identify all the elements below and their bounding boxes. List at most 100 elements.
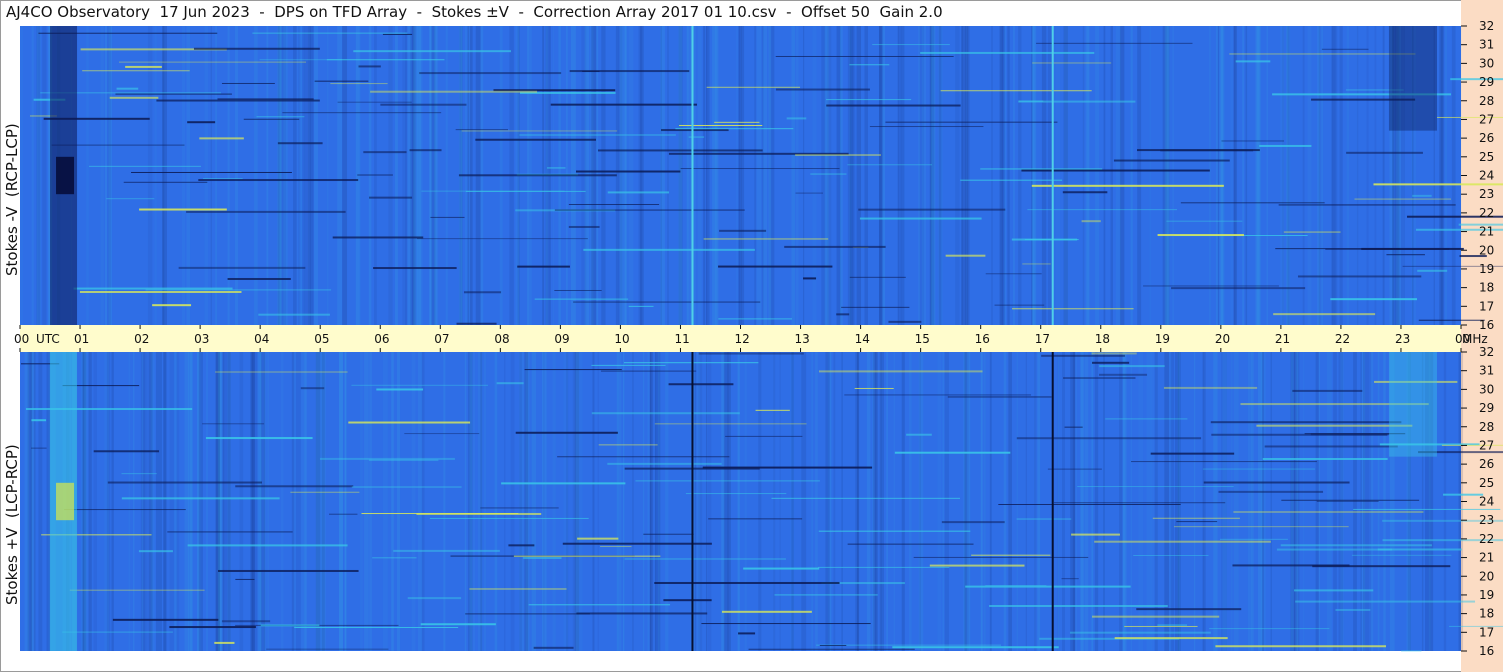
interference-line [748, 648, 915, 650]
y-tick-label: 28 [1479, 420, 1494, 434]
texture-band [315, 352, 321, 651]
x-tick-label: 22 [1335, 332, 1350, 346]
interference-line [849, 64, 890, 66]
texture-band [1221, 352, 1223, 651]
interference-line [266, 648, 389, 650]
texture-band [901, 352, 905, 651]
interference-line [1077, 486, 1234, 488]
texture-band [314, 26, 318, 325]
interference-line [557, 456, 730, 458]
interference-line [818, 566, 950, 568]
texture-band [543, 352, 545, 651]
interference-line [1027, 209, 1177, 211]
interference-line [702, 466, 873, 469]
texture-band [260, 352, 264, 651]
interference-line [688, 136, 705, 138]
interference-line [528, 604, 671, 606]
interference-line [300, 387, 325, 390]
texture-band [758, 352, 762, 651]
interference-line [1160, 149, 1254, 152]
interference-line [330, 83, 388, 85]
texture-band [1231, 352, 1233, 651]
interference-line [1114, 637, 1228, 640]
texture-band [38, 352, 43, 651]
interference-line [841, 306, 910, 308]
interference-line [145, 289, 332, 291]
texture-band [727, 352, 731, 651]
y-tick-label: 21 [1479, 225, 1494, 239]
interference-line [661, 129, 729, 132]
x-tick-label: 08 [494, 332, 509, 346]
interference-line [62, 631, 173, 633]
interference-line [1281, 499, 1420, 501]
y-tick-label: 22 [1479, 206, 1494, 220]
interference-line [429, 517, 589, 519]
interference-line [199, 137, 244, 140]
texture-band [337, 26, 343, 325]
interference-line [469, 588, 567, 590]
interference-line [1180, 202, 1325, 204]
texture-band [169, 352, 175, 651]
interference-line [167, 531, 293, 533]
interference-line [533, 646, 574, 649]
interference-line [205, 437, 313, 440]
interference-line [404, 433, 480, 435]
texture-band [326, 26, 329, 325]
interference-line [738, 632, 756, 635]
texture-band [1270, 352, 1272, 651]
texture-band [128, 352, 130, 651]
interference-line [1105, 418, 1188, 420]
x-tick-label: 16 [975, 332, 990, 346]
texture-band [250, 352, 255, 651]
interference-line [663, 599, 712, 602]
texture-band [1209, 26, 1211, 325]
texture-band [1378, 352, 1380, 651]
texture-band [82, 352, 87, 651]
texture-band [552, 352, 556, 651]
interference-line [1157, 234, 1244, 237]
interference-line [115, 93, 232, 95]
texture-band [1082, 26, 1085, 325]
interference-line [1176, 521, 1218, 523]
interference-line [906, 433, 932, 436]
interference-line [475, 138, 597, 141]
interference-line [496, 382, 524, 385]
interference-line [139, 208, 227, 211]
texture-band [382, 352, 388, 651]
texture-band [239, 352, 244, 651]
interference-line [994, 304, 1045, 306]
interference-line [121, 497, 280, 500]
texture-band [779, 352, 781, 651]
interference-line [1295, 600, 1476, 603]
texture-band [707, 352, 712, 651]
x-tick-label: 12 [735, 332, 750, 346]
interference-line [774, 594, 878, 596]
texture-band [942, 352, 945, 651]
texture-band [29, 352, 32, 651]
texture-band [266, 26, 269, 325]
interference-line [1092, 361, 1130, 364]
texture-band [738, 26, 742, 325]
interference-line [818, 530, 971, 532]
interference-line [1353, 508, 1501, 510]
interference-line [373, 267, 457, 270]
interference-line [858, 208, 1006, 211]
interference-line [947, 396, 1052, 398]
texture-band [531, 352, 536, 651]
interference-line [795, 192, 824, 194]
y-tick-label: 24 [1479, 495, 1494, 509]
y-tick-label: 18 [1479, 281, 1494, 295]
texture-band [872, 352, 875, 651]
texture-band [649, 352, 652, 651]
interference-line [123, 181, 208, 183]
interference-line [515, 431, 618, 434]
spectrogram-figure: AJ4CO Observatory 17 Jun 2023 - DPS on T… [0, 0, 1503, 672]
x-tick-label: 18 [1095, 332, 1110, 346]
texture-band [20, 26, 23, 325]
interference-line [985, 273, 1042, 275]
texture-band [160, 352, 162, 651]
y-tick-label: 29 [1479, 401, 1494, 415]
texture-band [1374, 26, 1377, 325]
vertical-marker [1051, 26, 1054, 325]
texture-band [1202, 352, 1205, 651]
